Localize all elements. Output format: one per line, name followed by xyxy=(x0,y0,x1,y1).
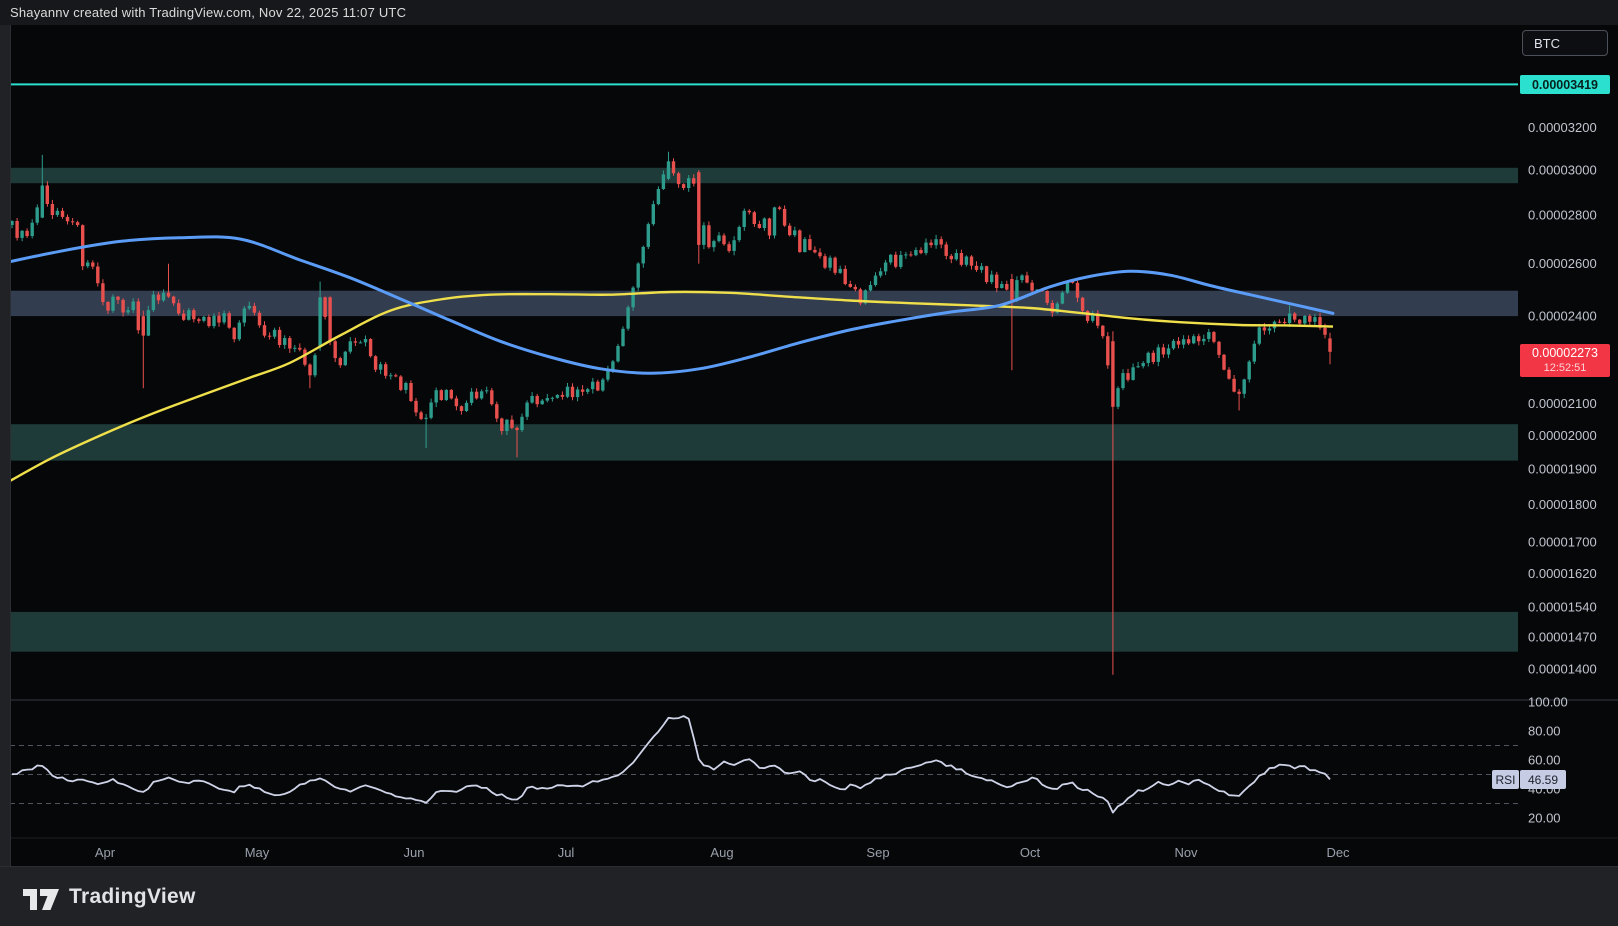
svg-text:0.00001700: 0.00001700 xyxy=(1528,535,1597,550)
svg-text:0.00001620: 0.00001620 xyxy=(1528,566,1597,581)
svg-text:Jul: Jul xyxy=(558,845,575,860)
support-zone-1480 xyxy=(10,612,1518,652)
resistance-price-label: 0.00003419 xyxy=(1520,75,1610,94)
svg-text:0.00001800: 0.00001800 xyxy=(1528,497,1597,512)
pane-separators xyxy=(0,700,1618,838)
svg-text:0.00003000: 0.00003000 xyxy=(1528,163,1597,178)
chart-canvas[interactable]: 0.00003200 0.00003000 0.00002800 0.00002600… xyxy=(0,0,1618,926)
rsi-value-badge: RSI 46.59 xyxy=(1492,770,1566,789)
svg-text:0.00002800: 0.00002800 xyxy=(1528,208,1597,223)
svg-text:Oct: Oct xyxy=(1020,845,1041,860)
rsi-axis[interactable]: 100.0080.0060.0040.0020.00 xyxy=(1528,695,1568,826)
svg-text:0.00002000: 0.00002000 xyxy=(1528,428,1597,443)
attribution-bar: Shayannv created with TradingView.com, N… xyxy=(0,0,1618,25)
tradingview-logo-icon[interactable] xyxy=(22,882,60,912)
attribution-text: Shayannv created with TradingView.com, N… xyxy=(0,5,406,20)
last-price-label: 0.00002273 12:52:51 xyxy=(1520,344,1610,377)
price-axis[interactable]: 0.00003200 0.00003000 0.00002800 0.00002600… xyxy=(1528,120,1597,677)
svg-text:80.00: 80.00 xyxy=(1528,724,1561,739)
candle-countdown: 12:52:51 xyxy=(1544,361,1587,376)
svg-text:Jun: Jun xyxy=(404,845,425,860)
support-resistance-zones xyxy=(10,168,1518,652)
svg-text:0.00002600: 0.00002600 xyxy=(1528,256,1597,271)
rsi-label: RSI xyxy=(1492,770,1519,789)
svg-text:0.00001540: 0.00001540 xyxy=(1528,599,1597,614)
svg-text:Aug: Aug xyxy=(710,845,733,860)
last-price-value: 0.00002273 xyxy=(1532,346,1598,361)
svg-text:20.00: 20.00 xyxy=(1528,811,1561,826)
resistance-zone-3000 xyxy=(10,168,1518,183)
footer: TradingView xyxy=(0,866,1618,926)
svg-text:Dec: Dec xyxy=(1326,845,1350,860)
time-axis[interactable]: Apr May Jun Jul Aug Sep Oct Nov Dec xyxy=(95,845,1350,860)
svg-text:0.00001900: 0.00001900 xyxy=(1528,462,1597,477)
tradingview-wordmark[interactable]: TradingView xyxy=(69,885,196,909)
svg-text:0.00001400: 0.00001400 xyxy=(1528,662,1597,677)
svg-text:100.00: 100.00 xyxy=(1528,695,1568,710)
support-zone-2000 xyxy=(10,424,1518,460)
svg-text:Apr: Apr xyxy=(95,845,116,860)
svg-text:60.00: 60.00 xyxy=(1528,753,1561,768)
svg-text:0.00001470: 0.00001470 xyxy=(1528,630,1597,645)
svg-text:Sep: Sep xyxy=(866,845,889,860)
tradingview-chart-window: Shayannv created with TradingView.com, N… xyxy=(0,0,1618,926)
svg-text:Nov: Nov xyxy=(1174,845,1198,860)
rsi-line xyxy=(12,716,1330,813)
svg-text:0.00003200: 0.00003200 xyxy=(1528,120,1597,135)
svg-text:0.00002100: 0.00002100 xyxy=(1528,396,1597,411)
drawing-toolbar-collapsed[interactable] xyxy=(0,25,11,866)
rsi-value: 46.59 xyxy=(1520,770,1566,789)
candlestick-series xyxy=(10,152,1331,675)
rsi-pane xyxy=(10,716,1518,813)
svg-text:0.00002400: 0.00002400 xyxy=(1528,309,1597,324)
svg-text:May: May xyxy=(245,845,270,860)
symbol-button[interactable]: BTC xyxy=(1522,30,1608,56)
